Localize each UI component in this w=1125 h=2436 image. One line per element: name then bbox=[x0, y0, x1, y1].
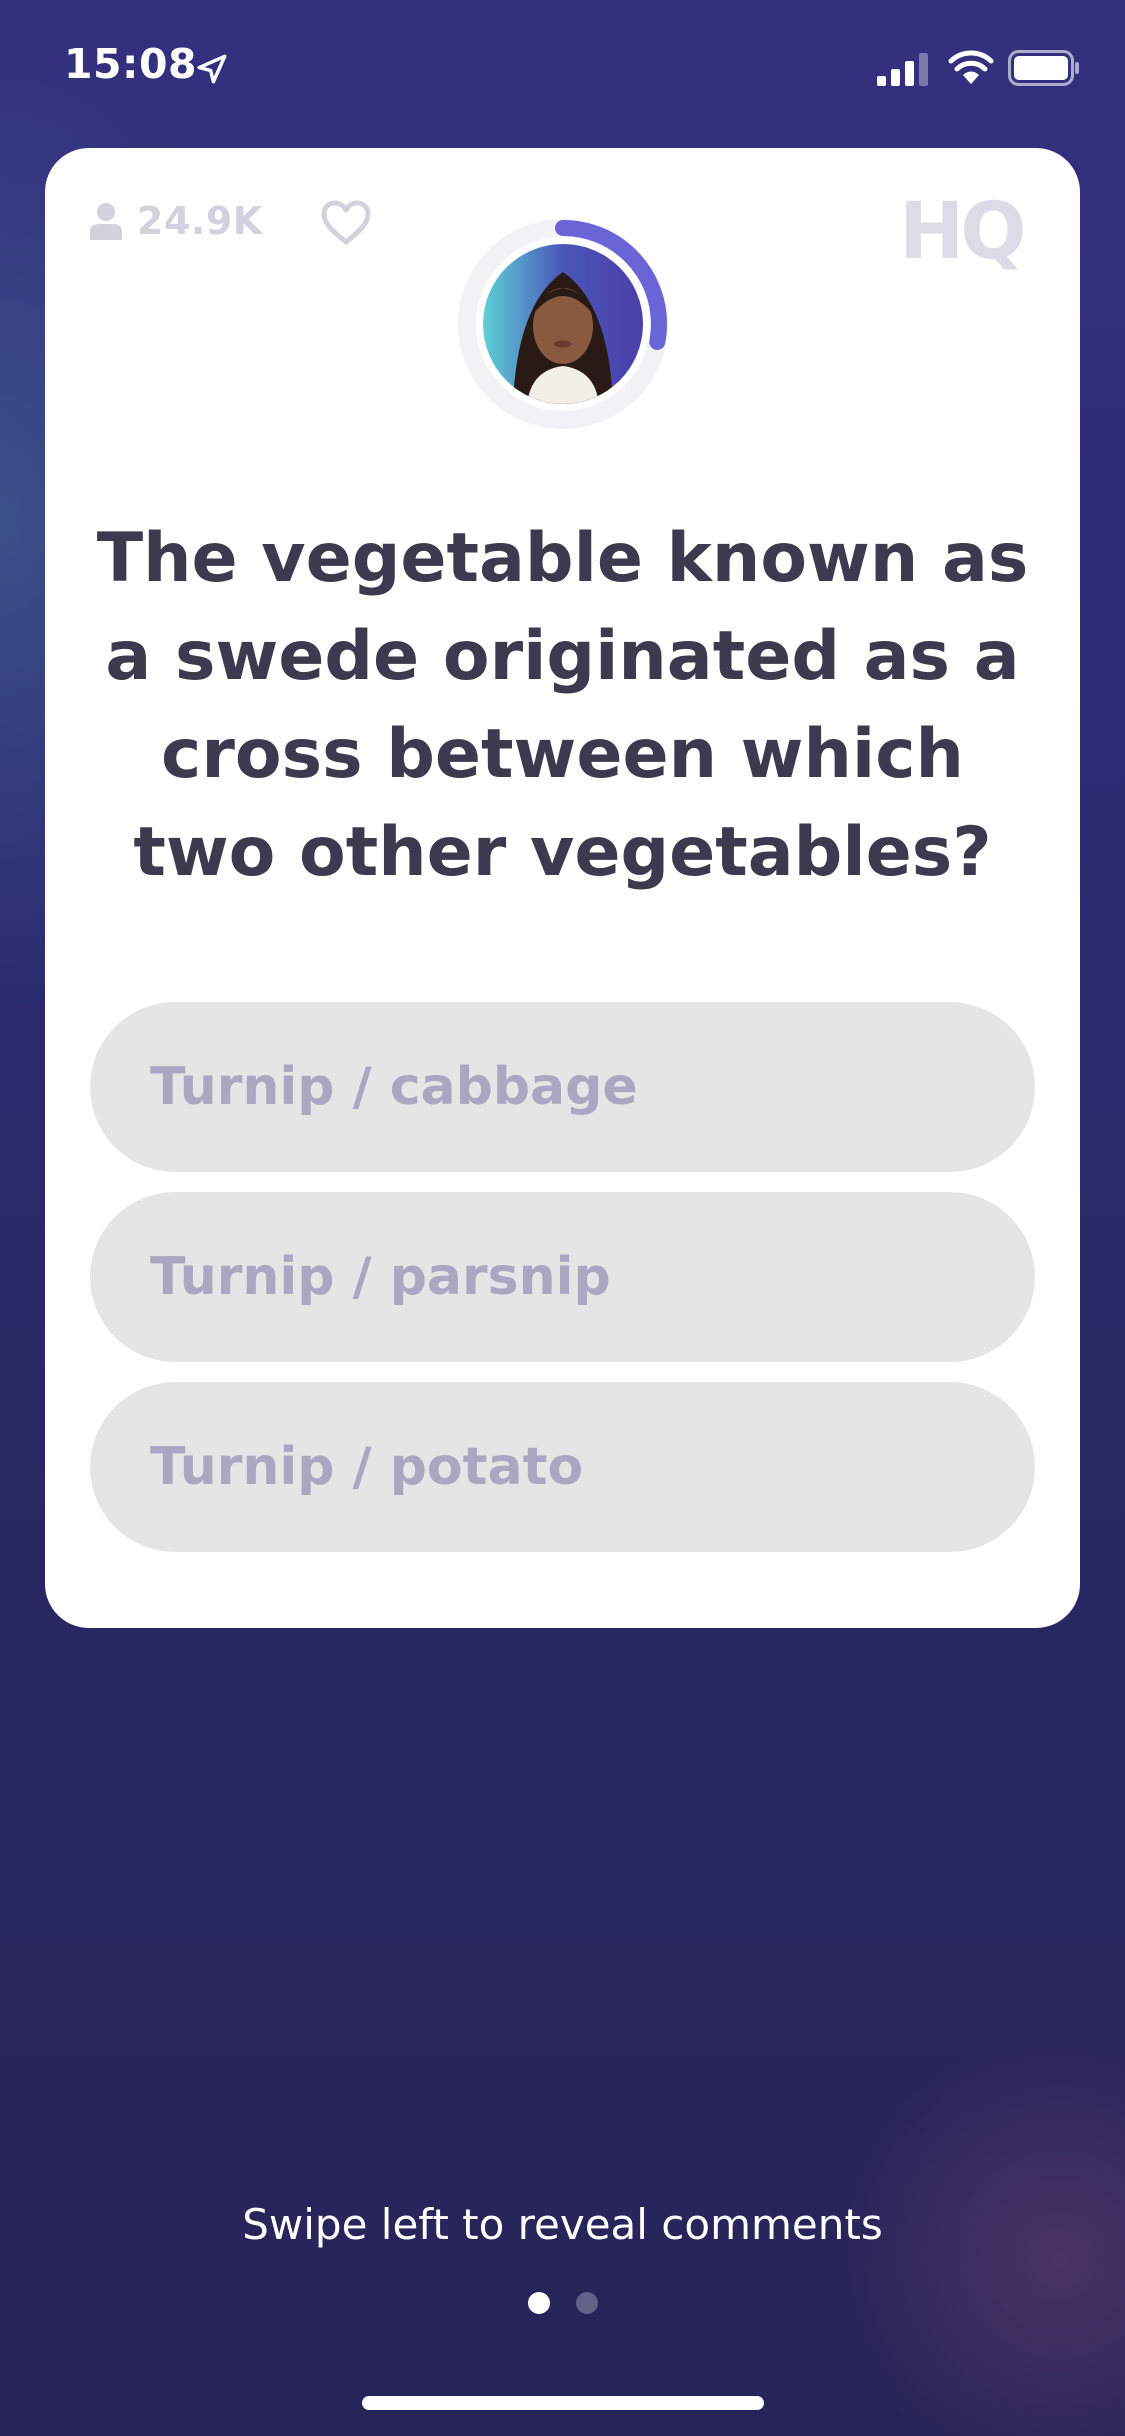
answer-label: Turnip / cabbage bbox=[150, 1057, 638, 1117]
status-bar: 15:08 bbox=[0, 0, 1125, 140]
viewer-count: 24.9K bbox=[137, 199, 263, 243]
page-indicator[interactable] bbox=[0, 2292, 1125, 2316]
heart-icon[interactable] bbox=[321, 200, 371, 246]
answer-label: Turnip / parsnip bbox=[150, 1247, 611, 1307]
battery-icon bbox=[1008, 50, 1079, 86]
question-card: 24.9K HQ The vegetable known as a swede … bbox=[45, 148, 1080, 1628]
hq-logo-text: HQ bbox=[899, 188, 1023, 272]
question-text: The vegetable known as a swede originate… bbox=[96, 519, 1029, 892]
answer-option-3[interactable]: Turnip / potato bbox=[90, 1382, 1035, 1552]
cellular-signal-icon bbox=[877, 53, 928, 86]
wifi-icon bbox=[948, 50, 994, 84]
swipe-hint: Swipe left to reveal comments bbox=[242, 2200, 883, 2249]
status-time: 15:08 bbox=[64, 40, 198, 88]
host-avatar bbox=[483, 244, 643, 404]
person-icon bbox=[90, 203, 122, 240]
home-indicator[interactable] bbox=[362, 2396, 764, 2410]
answer-label: Turnip / potato bbox=[150, 1437, 584, 1497]
host-timer bbox=[453, 214, 673, 434]
page-dot-active bbox=[527, 2292, 550, 2314]
answer-option-1[interactable]: Turnip / cabbage bbox=[90, 1002, 1035, 1172]
location-arrow-icon bbox=[197, 54, 227, 84]
hq-logo: HQ bbox=[899, 188, 1027, 272]
answer-option-2[interactable]: Turnip / parsnip bbox=[90, 1192, 1035, 1362]
page-dot-inactive bbox=[575, 2292, 598, 2314]
viewer-count-group: 24.9K bbox=[89, 196, 263, 246]
